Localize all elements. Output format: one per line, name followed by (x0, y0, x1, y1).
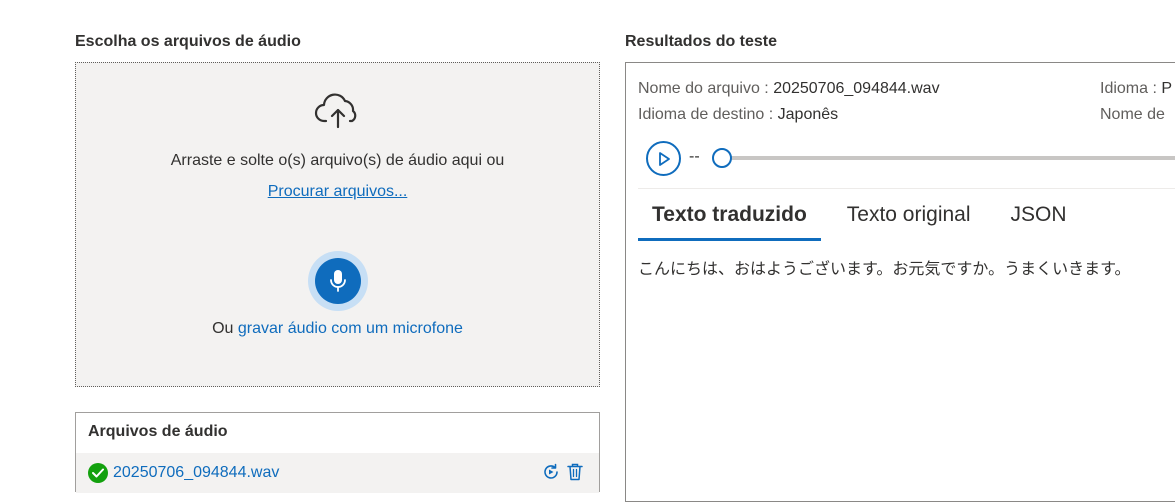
tab-translated-text[interactable]: Texto traduzido (638, 201, 821, 241)
translated-text: こんにちは、おはようございます。お元気ですか。うまくいきます。 (638, 259, 1131, 278)
record-microphone-button[interactable] (308, 251, 368, 311)
refresh-icon[interactable] (541, 462, 561, 482)
language-label: Idioma : (1100, 80, 1162, 97)
file-row[interactable]: 20250706_094844.wav (76, 453, 599, 493)
language-value: P (1161, 80, 1173, 97)
microphone-option-text: Ou gravar áudio com um microfone (76, 320, 599, 338)
microphone-prefix: Ou (212, 320, 234, 337)
seek-slider-thumb[interactable] (712, 148, 732, 168)
file-name-link[interactable]: 20250706_094844.wav (113, 464, 279, 482)
audio-files-list: Arquivos de áudio 20250706_094844.wav (75, 412, 600, 493)
dropzone-instruction: Arraste e solte o(s) arquivo(s) de áudio… (170, 152, 505, 169)
file-name-label: Nome do arquivo : (638, 80, 774, 97)
result-tabs: Texto traduzido Texto original JSON (638, 201, 1093, 241)
record-audio-link[interactable]: gravar áudio com um microfone (238, 320, 463, 337)
audio-files-header: Arquivos de áudio (88, 423, 228, 440)
browse-files-link[interactable]: Procurar arquivos... (76, 183, 599, 201)
target-language-info: Idioma de destino : Japonês (638, 106, 838, 124)
cloud-upload-icon (314, 93, 362, 129)
file-name-info: Nome do arquivo : 20250706_094844.wav (638, 80, 940, 98)
microphone-icon (315, 258, 361, 304)
test-results-panel: Nome do arquivo : 20250706_094844.wav Id… (625, 62, 1175, 502)
test-results-title: Resultados do teste (625, 33, 778, 50)
name-info: Nome de (1100, 106, 1165, 124)
trash-icon[interactable] (565, 462, 585, 482)
file-row-actions (541, 462, 585, 482)
play-button[interactable] (646, 141, 681, 176)
tab-json[interactable]: JSON (997, 201, 1081, 237)
language-info: Idioma : P (1100, 80, 1172, 98)
tab-original-text[interactable]: Texto original (833, 201, 985, 237)
name-label: Nome de (1100, 106, 1165, 123)
target-language-value: Japonês (777, 106, 839, 123)
file-name-value: 20250706_094844.wav (773, 80, 940, 97)
play-icon (658, 151, 670, 166)
success-check-icon (88, 463, 108, 483)
target-language-label: Idioma de destino : (638, 106, 778, 123)
audio-files-section-title: Escolha os arquivos de áudio (75, 33, 301, 50)
seek-track[interactable] (722, 156, 1175, 160)
playback-time: -- (689, 148, 700, 165)
divider (638, 188, 1175, 189)
audio-dropzone[interactable]: Arraste e solte o(s) arquivo(s) de áudio… (75, 62, 600, 387)
